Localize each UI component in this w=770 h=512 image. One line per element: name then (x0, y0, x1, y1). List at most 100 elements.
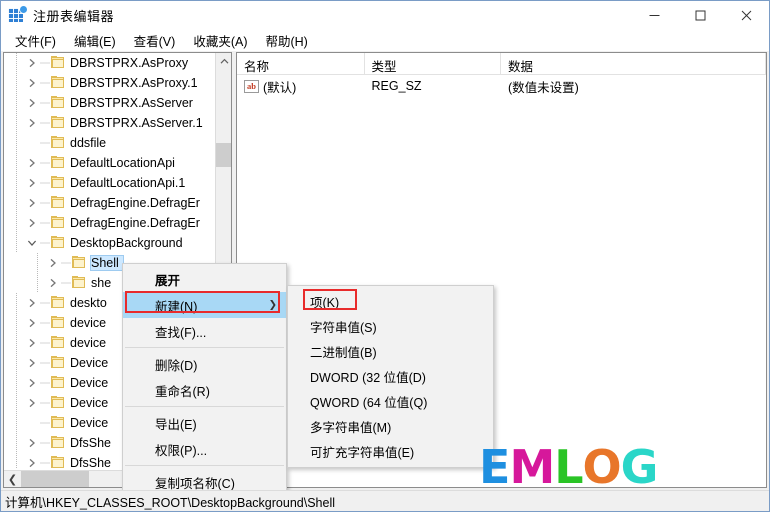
tree-item[interactable]: DefragEngine.DefragEr (4, 213, 217, 233)
menu-view[interactable]: 查看(V) (126, 29, 186, 52)
tree-item[interactable]: DBRSTPRX.AsServer (4, 93, 217, 113)
tree-indent (4, 353, 24, 373)
menu-bar: 文件(F) 编辑(E) 查看(V) 收藏夹(A) 帮助(H) (1, 29, 769, 51)
tree-guide-line (16, 333, 17, 353)
tree-indent (4, 73, 24, 93)
chevron-right-icon[interactable] (24, 453, 40, 469)
folder-icon (71, 256, 87, 270)
values-row[interactable]: ab (默认) REG_SZ (数值未设置) (237, 75, 766, 97)
chevron-down-icon[interactable] (24, 233, 40, 253)
chevron-right-icon[interactable] (24, 153, 40, 173)
tree-item[interactable]: DBRSTPRX.AsServer.1 (4, 113, 217, 133)
tree-item-label: Device (70, 376, 109, 390)
tree-item[interactable]: DefragEngine.DefragEr (4, 193, 217, 213)
menu-help[interactable]: 帮助(H) (257, 29, 317, 52)
ctx-find[interactable]: 查找(F)... (123, 318, 286, 344)
context-menu-item-label: 导出(E) (155, 417, 197, 432)
scroll-left-arrow-icon[interactable]: ❮ (4, 471, 21, 487)
new-dword[interactable]: DWORD (32 位值(D) (288, 364, 493, 389)
tree-indent (4, 233, 24, 253)
status-path: 计算机\HKEY_CLASSES_ROOT\DesktopBackground\… (5, 495, 335, 510)
context-menu-separator (125, 465, 284, 466)
tree-hscroll-thumb[interactable] (21, 471, 89, 487)
chevron-right-icon[interactable] (24, 373, 40, 393)
tree-guide-line (16, 113, 17, 133)
chevron-right-icon[interactable] (24, 113, 40, 133)
ctx-expand[interactable]: 展开 (123, 266, 286, 292)
tree-connector (40, 53, 50, 73)
chevron-right-icon[interactable] (24, 93, 40, 113)
tree-item-label: ddsfile (70, 136, 107, 150)
new-key[interactable]: 项(K) (288, 289, 493, 314)
new-multi-string[interactable]: 多字符串值(M) (288, 414, 493, 439)
values-column-header[interactable]: 数据 (501, 53, 766, 74)
new-binary[interactable]: 二进制值(B) (288, 339, 493, 364)
tree-item[interactable]: DBRSTPRX.AsProxy.1 (4, 73, 217, 93)
chevron-right-icon[interactable] (24, 173, 40, 193)
new-string[interactable]: 字符串值(S) (288, 314, 493, 339)
emlog-letter: G (620, 440, 659, 494)
chevron-right-icon[interactable] (24, 393, 40, 413)
folder-icon (50, 96, 66, 110)
chevron-right-icon[interactable] (24, 353, 40, 373)
tree-item[interactable]: DesktopBackground (4, 233, 217, 253)
tree-scroll-thumb[interactable] (216, 143, 231, 167)
chevron-right-icon[interactable] (45, 273, 61, 293)
menu-favorites[interactable]: 收藏夹(A) (185, 29, 257, 52)
chevron-right-icon[interactable] (24, 433, 40, 453)
tree-item[interactable]: ddsfile (4, 133, 217, 153)
tree-item[interactable]: DefaultLocationApi (4, 153, 217, 173)
new-expand-string[interactable]: 可扩充字符串值(E) (288, 439, 493, 464)
ctx-new[interactable]: 新建(N) ❯ (123, 292, 286, 318)
tree-item-label: device (70, 316, 107, 330)
tree-indent (4, 333, 24, 353)
chevron-right-icon[interactable] (24, 53, 40, 73)
tree-indent (4, 453, 24, 469)
values-column-header[interactable]: 类型 (365, 53, 502, 74)
chevron-right-icon[interactable] (24, 73, 40, 93)
tree-indent (4, 293, 24, 313)
close-button[interactable] (723, 1, 769, 29)
ctx-rename[interactable]: 重命名(R) (123, 377, 286, 403)
chevron-right-icon[interactable] (45, 253, 61, 273)
tree-item[interactable]: DefaultLocationApi.1 (4, 173, 217, 193)
chevron-right-icon[interactable] (24, 193, 40, 213)
context-menu[interactable]: 展开 新建(N) ❯ 查找(F)... 删除(D) 重命名(R) 导出(E) 权限(P)...… (122, 263, 287, 498)
ctx-export[interactable]: 导出(E) (123, 410, 286, 436)
chevron-right-icon[interactable] (24, 313, 40, 333)
tree-connector (40, 233, 50, 253)
tree-guide-line (16, 453, 17, 469)
minimize-button[interactable] (631, 1, 677, 29)
tree-item[interactable]: DBRSTPRX.AsProxy (4, 53, 217, 73)
chevron-right-icon[interactable] (24, 333, 40, 353)
new-submenu[interactable]: 项(K) 字符串值(S) 二进制值(B) DWORD (32 位值(D) QWORD (… (287, 285, 494, 468)
ctx-permissions[interactable]: 权限(P)... (123, 436, 286, 462)
scroll-up-arrow-icon[interactable] (216, 53, 231, 70)
tree-item-label: Device (70, 396, 109, 410)
menu-edit[interactable]: 编辑(E) (66, 29, 126, 52)
tree-item-label: DefaultLocationApi (70, 156, 175, 170)
tree-connector (40, 453, 50, 469)
maximize-button[interactable] (677, 1, 723, 29)
tree-connector (61, 253, 71, 273)
chevron-right-icon[interactable] (24, 293, 40, 313)
menu-file[interactable]: 文件(F) (7, 29, 66, 52)
tree-guide-line (16, 193, 17, 213)
tree-guide-line (37, 273, 38, 293)
chevron-right-icon[interactable] (24, 213, 40, 233)
folder-icon (50, 136, 66, 150)
tree-item-label: Device (70, 416, 109, 430)
value-data-cell: (数值未设置) (508, 80, 579, 95)
registry-editor-window: 注册表编辑器 文件(F) 编辑(E) 查看(V) 收藏夹(A) 帮助(H) DBRSTP… (0, 0, 770, 512)
tree-leaf-spacer (24, 413, 40, 433)
values-body[interactable]: ab (默认) REG_SZ (数值未设置) (237, 75, 766, 97)
tree-item-label: DesktopBackground (70, 236, 183, 250)
values-column-header[interactable]: 名称 (237, 53, 365, 74)
folder-icon (50, 56, 66, 70)
context-menu-item-label: 查找(F)... (155, 325, 207, 340)
tree-guide-line (16, 293, 17, 313)
emlog-letter: M (509, 440, 555, 494)
new-qword[interactable]: QWORD (64 位值(Q) (288, 389, 493, 414)
ctx-delete[interactable]: 删除(D) (123, 351, 286, 377)
tree-connector (40, 333, 50, 353)
